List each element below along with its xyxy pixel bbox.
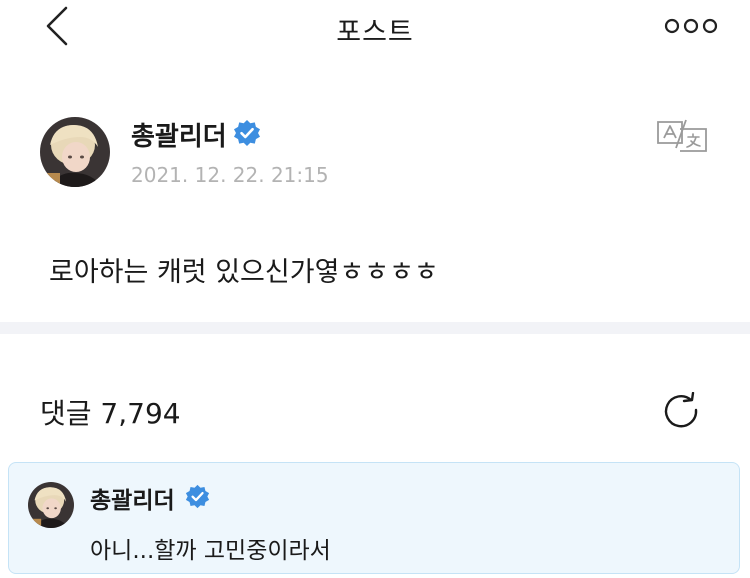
comments-count: 댓글 7,794: [40, 397, 181, 430]
section-divider: [0, 322, 750, 334]
top-bar: 포스트: [0, 0, 750, 56]
page-title: 포스트: [336, 17, 414, 48]
refresh-icon: [664, 392, 698, 428]
more-dots-icon: [664, 18, 718, 34]
translate-button[interactable]: [656, 117, 708, 153]
post-content: 로아하는 캐럿 있으신가옇ㅎㅎㅎㅎ: [49, 257, 439, 288]
translate-icon: [657, 119, 707, 152]
comment-item[interactable]: 총괄리더 아니...할까 고민중이라서: [8, 462, 740, 574]
refresh-button[interactable]: [660, 392, 704, 432]
avatar-image: [28, 482, 74, 528]
comment-author-avatar[interactable]: [28, 482, 74, 528]
author-name[interactable]: 총괄리더: [131, 116, 227, 153]
post-timestamp: 2021. 12. 22. 21:15: [131, 163, 329, 187]
post-detail-screen: 포스트 총괄리더 2021. 12. 22. 21:15 로아하는 캐럿 있으신…: [0, 0, 750, 578]
comment-author-name[interactable]: 총괄리더: [90, 481, 175, 515]
comment-text: 아니...할까 고민중이라서: [90, 538, 331, 564]
more-options-button[interactable]: [664, 14, 720, 38]
verified-badge-icon: [185, 484, 210, 509]
avatar-image: [40, 117, 110, 187]
verified-badge-icon: [233, 119, 261, 147]
author-avatar[interactable]: [40, 117, 110, 187]
